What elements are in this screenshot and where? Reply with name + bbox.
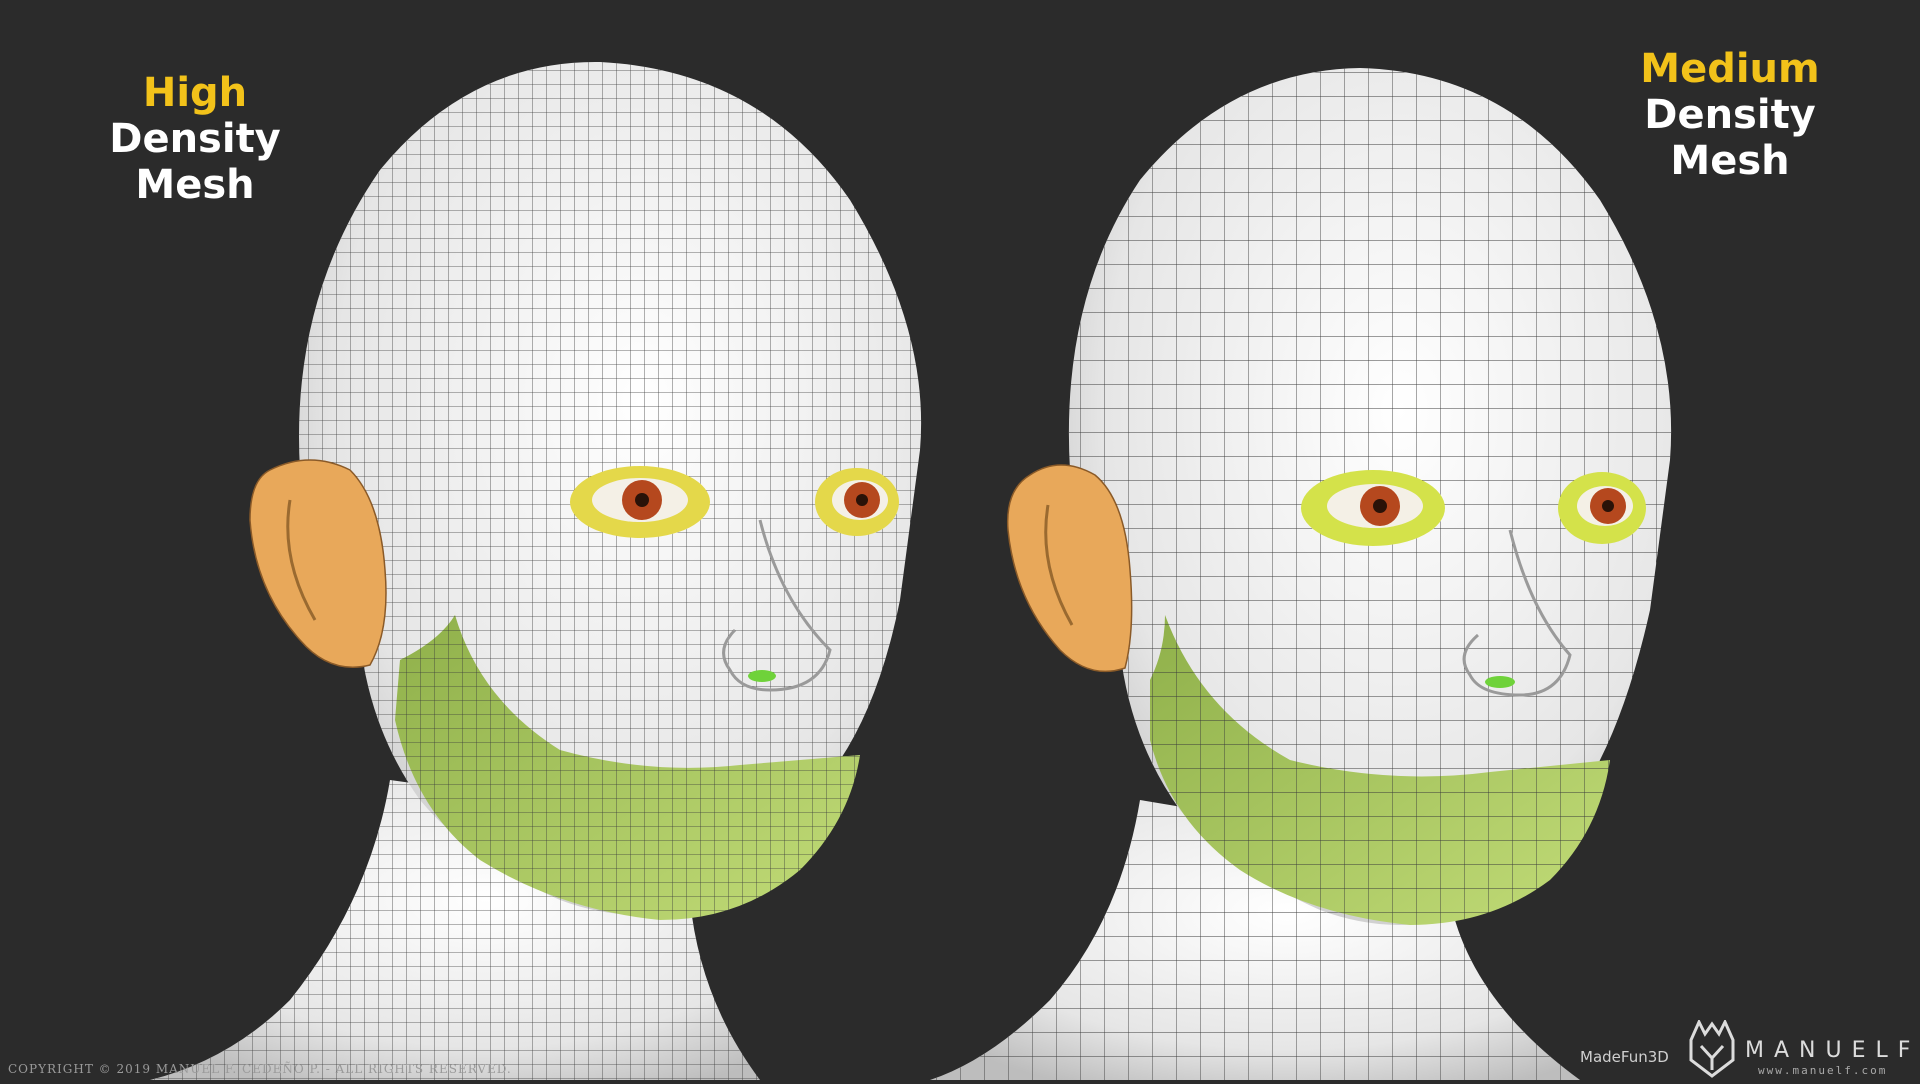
manuelf-name: MANUELF [1745,1038,1920,1063]
left-eye-left [570,466,710,538]
high-density-label: High Density Mesh [60,70,330,208]
copyright-text: COPYRIGHT © 2019 MANUEL F. CEDEÑO P. - A… [8,1062,512,1076]
high-density-label-accent: High [142,70,248,116]
left-ear [249,459,387,668]
manuelf-logo-icon [1685,1018,1739,1082]
medium-density-label: Medium Density Mesh [1590,46,1870,184]
brand-block: MadeFun3D MANUELF www.manuelf.com [1580,1018,1920,1082]
medium-density-label-main: Density Mesh [1644,92,1816,184]
medium-density-label-accent: Medium [1640,46,1820,92]
manuelf-site: www.manuelf.com [1758,1064,1888,1077]
high-density-label-main: Density Mesh [109,116,281,208]
left-eye-right [815,468,899,536]
render-stage: High Density Mesh Medium Density Mesh CO… [0,0,1920,1080]
left-head [150,61,922,1080]
madefun-text: MadeFun3D [1580,1048,1669,1066]
right-eye-left [1301,470,1445,546]
right-head [930,68,1672,1080]
right-eye-right [1558,472,1646,544]
